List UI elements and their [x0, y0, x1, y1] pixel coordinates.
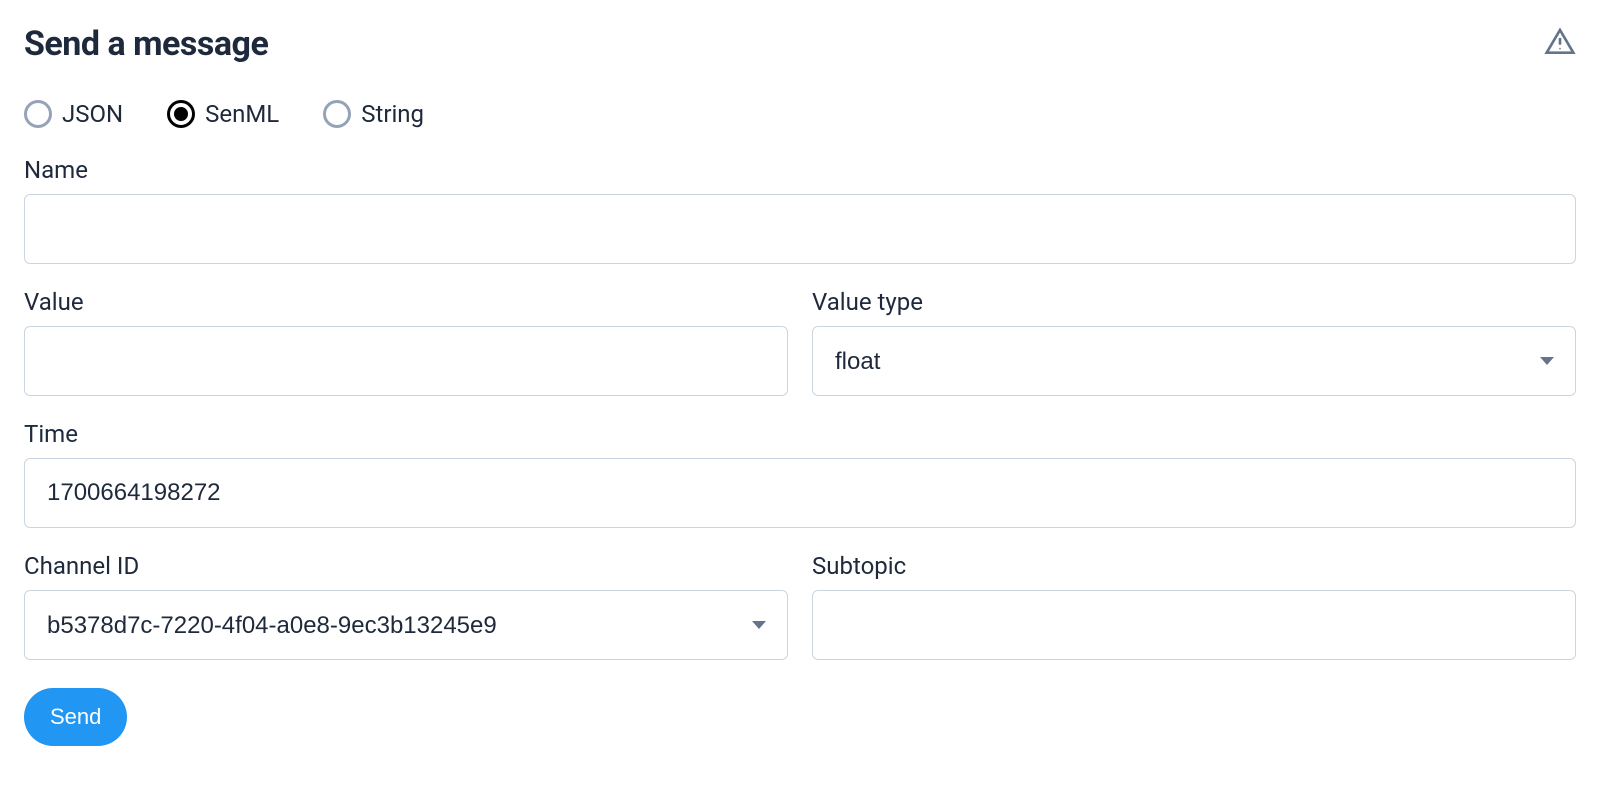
field-value: Value	[24, 288, 788, 396]
radio-label-senml: SenML	[205, 100, 279, 128]
form-body: Name Value Value type float Tim	[24, 156, 1576, 746]
input-value[interactable]	[24, 326, 788, 396]
label-name: Name	[24, 156, 1576, 184]
radio-label-json: JSON	[62, 100, 123, 128]
radio-indicator	[24, 100, 52, 128]
radio-indicator	[323, 100, 351, 128]
select-channel-id[interactable]: b5378d7c-7220-4f04-a0e8-9ec3b13245e9	[24, 590, 788, 660]
label-time: Time	[24, 420, 1576, 448]
radio-senml[interactable]: SenML	[167, 100, 279, 128]
field-channel-id: Channel ID b5378d7c-7220-4f04-a0e8-9ec3b…	[24, 552, 788, 660]
field-name: Name	[24, 156, 1576, 264]
select-value-type[interactable]: float	[812, 326, 1576, 396]
select-wrap-value-type: float	[812, 326, 1576, 396]
label-value: Value	[24, 288, 788, 316]
card-header: Send a message	[24, 24, 1576, 64]
field-value-type: Value type float	[812, 288, 1576, 396]
label-channel-id: Channel ID	[24, 552, 788, 580]
radio-json[interactable]: JSON	[24, 100, 123, 128]
field-time: Time	[24, 420, 1576, 528]
input-name[interactable]	[24, 194, 1576, 264]
row-value: Value Value type float	[24, 288, 1576, 396]
row-channel-subtopic: Channel ID b5378d7c-7220-4f04-a0e8-9ec3b…	[24, 552, 1576, 660]
warning-icon[interactable]	[1544, 26, 1576, 62]
radio-dot	[174, 107, 188, 121]
label-subtopic: Subtopic	[812, 552, 1576, 580]
field-subtopic: Subtopic	[812, 552, 1576, 660]
radio-label-string: String	[361, 100, 424, 128]
row-time: Time	[24, 420, 1576, 528]
select-wrap-channel-id: b5378d7c-7220-4f04-a0e8-9ec3b13245e9	[24, 590, 788, 660]
send-message-card: Send a message JSON SenML String	[24, 24, 1576, 746]
row-name: Name	[24, 156, 1576, 264]
button-row: Send	[24, 688, 1576, 746]
radio-indicator	[167, 100, 195, 128]
input-subtopic[interactable]	[812, 590, 1576, 660]
input-time[interactable]	[24, 458, 1576, 528]
send-button[interactable]: Send	[24, 688, 127, 746]
radio-string[interactable]: String	[323, 100, 424, 128]
card-title: Send a message	[24, 24, 268, 64]
format-radio-group: JSON SenML String	[24, 100, 1576, 128]
label-value-type: Value type	[812, 288, 1576, 316]
